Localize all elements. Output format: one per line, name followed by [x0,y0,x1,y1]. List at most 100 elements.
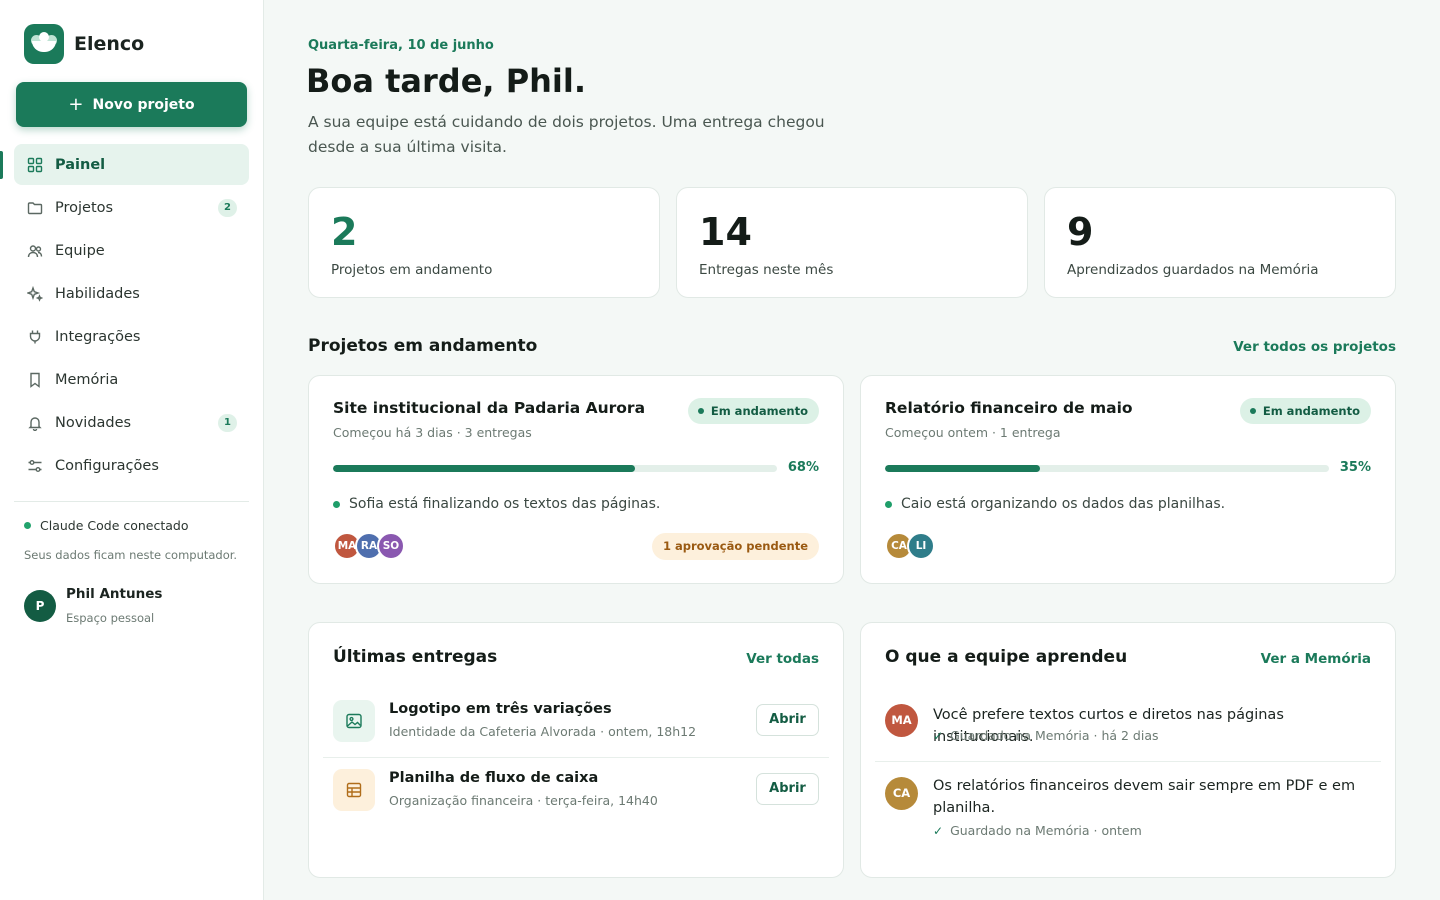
delivery-name: Planilha de fluxo de caixa [389,770,599,786]
sidebar-item-novidades[interactable]: Novidades 1 [14,402,249,443]
check-icon: ✓ [933,728,944,743]
stat-card-projects: 2 Projetos em andamento [308,187,660,298]
member-avatars: MA RA SO [333,532,405,560]
plus-icon: + [68,94,84,115]
sidebar-item-integracoes[interactable]: Integrações [14,316,249,357]
pending-approval-badge[interactable]: 1 aprovação pendente [651,533,819,560]
stat-value: 2 [331,210,358,254]
project-card[interactable]: Relatório financeiro de maio Começou ont… [860,375,1396,584]
page-title: Boa tarde, Phil. [306,62,587,100]
image-icon [333,700,375,742]
app-name: Elenco [74,33,145,55]
sparkles-icon [27,285,43,302]
stat-label: Projetos em andamento [331,262,493,278]
progress-fill [885,465,1041,472]
sidebar-item-projetos[interactable]: Projetos 2 [14,187,249,228]
saved-label: Guardado na Memória · há 2 dias [950,728,1159,743]
intro-text: A sua equipe está cuidando de dois proje… [308,113,825,156]
sidebar-item-label: Projetos [55,199,114,216]
sidebar-divider [14,501,249,502]
sidebar-item-label: Painel [55,156,106,173]
sidebar-item-habilidades[interactable]: Habilidades [14,273,249,314]
sidebar-nav: Painel Projetos 2 Equipe Habilidades Int… [14,144,249,488]
count-badge: 1 [218,414,237,432]
progress-bar [885,465,1329,472]
open-button[interactable]: Abrir [756,773,819,805]
new-project-label: Novo projeto [92,96,195,113]
avatar: CA [885,777,918,810]
grid-icon [27,157,43,173]
progress-percent: 35% [1339,460,1371,475]
active-indicator [0,151,3,179]
sidebar-item-label: Habilidades [55,285,140,302]
sidebar-item-configuracoes[interactable]: Configurações [14,445,249,486]
project-card[interactable]: Site institucional da Padaria Aurora Com… [308,375,844,584]
saved-note: ✓ Guardado na Memória · ontem [933,823,1142,838]
check-icon: ✓ [933,823,944,838]
user-profile[interactable]: P Phil Antunes Espaço pessoal [24,586,162,625]
local-data-note: Seus dados ficam neste computador. [24,548,238,562]
panel-title: Últimas entregas [333,647,498,667]
view-memory-link[interactable]: Ver a Memória [1261,651,1371,667]
connection-status: Claude Code conectado [24,518,189,533]
stat-label: Entregas neste mês [699,262,834,278]
stat-label: Aprendizados guardados na Memória [1067,262,1319,278]
sidebar-item-equipe[interactable]: Equipe [14,230,249,271]
activity-text: Caio está organizando os dados das plani… [901,496,1226,512]
plug-icon [27,329,43,345]
bell-icon [27,415,43,431]
new-project-button[interactable]: + Novo projeto [16,82,247,127]
status-label: Em andamento [710,404,808,418]
sidebar-item-label: Configurações [55,457,159,474]
user-space: Espaço pessoal [66,611,155,625]
project-title: Site institucional da Padaria Aurora [333,399,646,417]
activity-text: Sofia está finalizando os textos das pág… [349,496,661,512]
delivery-meta: Identidade da Cafeteria Alvorada · ontem… [389,724,697,739]
stat-value: 9 [1067,210,1094,254]
row-divider [875,761,1381,762]
saved-label: Guardado na Memória · ontem [950,823,1142,838]
progress-bar [333,465,777,472]
bookmark-icon [27,372,43,388]
status-badge: Em andamento [1239,398,1371,424]
sidebar: Elenco + Novo projeto Painel Projetos 2 … [0,0,264,900]
status-dot [1249,408,1256,414]
open-button[interactable]: Abrir [756,704,819,736]
sliders-icon [27,458,43,474]
avatar: P [24,590,56,622]
brand[interactable]: Elenco [24,24,144,64]
section-title-projects: Projetos em andamento [308,336,538,356]
row-divider [323,757,829,758]
sidebar-item-painel[interactable]: Painel [14,144,249,185]
status-label: Em andamento [1262,404,1360,418]
user-name: Phil Antunes [66,586,163,602]
saved-note: ✓ Guardado na Memória · há 2 dias [933,728,1159,743]
view-all-deliveries-link[interactable]: Ver todas [746,651,819,667]
sidebar-item-label: Memória [55,371,119,388]
folder-icon [27,200,43,216]
learning-text: Os relatórios financeiros devem sair sem… [933,778,1356,816]
delivery-meta: Organização financeira · terça-feira, 14… [389,793,658,808]
project-meta: Começou ontem · 1 entrega [885,425,1061,440]
project-title: Relatório financeiro de maio [885,399,1133,417]
delivery-name: Logotipo em três variações [389,701,612,717]
sidebar-item-label: Novidades [55,414,132,431]
view-all-projects-link[interactable]: Ver todos os projetos [1233,339,1396,355]
stat-card-deliveries: 14 Entregas neste mês [676,187,1028,298]
project-meta: Começou há 3 dias · 3 entregas [333,425,532,440]
stat-card-memory: 9 Aprendizados guardados na Memória [1044,187,1396,298]
delivery-item[interactable]: Logotipo em três variações Identidade da… [323,690,829,758]
project-activity: Sofia está finalizando os textos das pág… [333,496,660,512]
status-dot [24,522,31,529]
connection-label: Claude Code conectado [40,518,189,533]
status-dot [697,408,704,414]
member-avatar[interactable]: LI [907,532,935,560]
deliveries-panel: Últimas entregas Ver todas Logotipo em t… [308,622,844,878]
member-avatar[interactable]: SO [377,532,405,560]
panel-title: O que a equipe aprendeu [885,647,1128,667]
sidebar-item-memoria[interactable]: Memória [14,359,249,400]
stat-value: 14 [699,210,752,254]
delivery-item[interactable]: Planilha de fluxo de caixa Organização f… [323,759,829,827]
progress-percent: 68% [787,460,819,475]
status-badge: Em andamento [687,398,819,424]
